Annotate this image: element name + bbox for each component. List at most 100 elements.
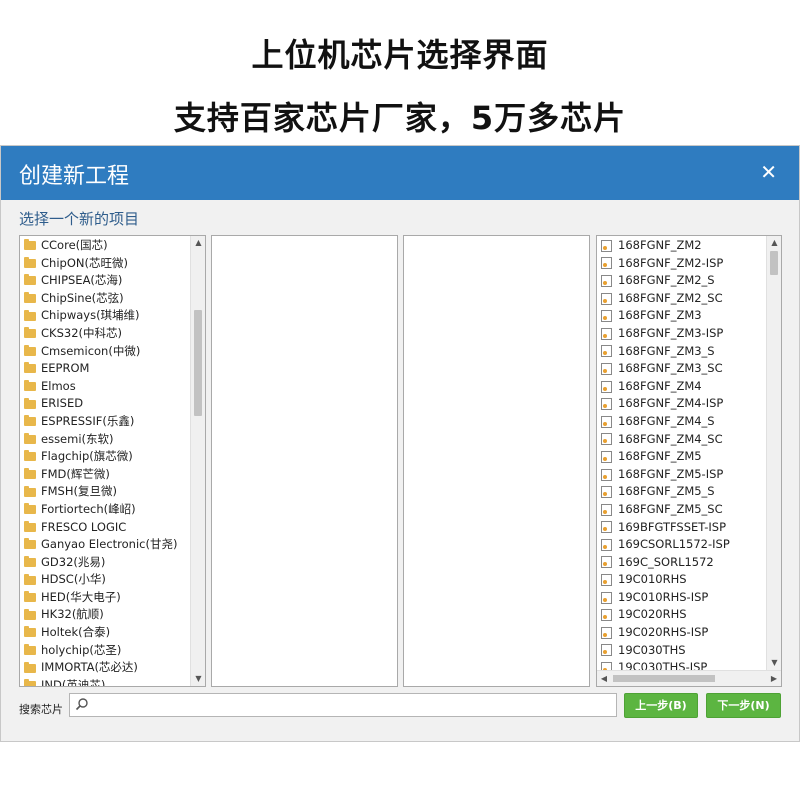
scroll-thumb[interactable] [194, 310, 202, 416]
list-item[interactable]: Chipways(琪埔维) [20, 307, 189, 325]
list-item-label: 168FGNF_ZM5_S [618, 484, 715, 499]
scroll-down-arrow-icon[interactable]: ▼ [191, 672, 205, 686]
list-item[interactable]: GD32(兆易) [20, 554, 189, 572]
list-item-label: 168FGNF_ZM4_SC [618, 431, 723, 446]
folder-icon [24, 555, 36, 567]
vendor-list-panel[interactable]: CCore(国芯) ChipON(芯旺微) CHIPSEA(芯海) ChipSine(… [19, 235, 206, 687]
list-item[interactable]: HED(华大电子) [20, 589, 189, 607]
list-item[interactable]: CCore(国芯) [20, 237, 189, 255]
list-item[interactable]: FMSH(复旦微) [20, 483, 189, 501]
list-item[interactable]: 168FGNF_ZM4-ISP [597, 395, 765, 413]
folder-icon [24, 327, 36, 339]
dialog-titlebar: 创建新工程 ✕ [1, 146, 799, 200]
folder-icon [24, 661, 36, 673]
list-item-label: 19C030THS [618, 642, 686, 657]
list-item[interactable]: 19C010RHS-ISP [597, 589, 765, 607]
list-item[interactable]: essemi(东软) [20, 431, 189, 449]
list-item[interactable]: 169C_SORL1572 [597, 554, 765, 572]
folder-icon [24, 380, 36, 392]
list-item[interactable]: HK32(航顺) [20, 606, 189, 624]
scroll-up-arrow-icon[interactable]: ▲ [767, 236, 781, 250]
list-item[interactable]: Cmsemicon(中微) [20, 343, 189, 361]
list-item[interactable]: IND(英迪芯) [20, 677, 189, 686]
list-item[interactable]: 168FGNF_ZM4_SC [597, 431, 765, 449]
close-icon[interactable]: ✕ [760, 160, 777, 184]
vendor-list-scrollbar[interactable]: ▲ ▼ [190, 236, 205, 686]
list-item[interactable]: CKS32(中科芯) [20, 325, 189, 343]
list-item[interactable]: 168FGNF_ZM2_SC [597, 290, 765, 308]
list-item[interactable]: 19C020RHS [597, 606, 765, 624]
list-item[interactable]: IMMORTA(芯必达) [20, 659, 189, 677]
chip-file-icon [601, 345, 612, 358]
subseries-list-panel[interactable] [403, 235, 590, 687]
list-item-label: 168FGNF_ZM5-ISP [618, 466, 724, 481]
list-item[interactable]: 168FGNF_ZM3_S [597, 343, 765, 361]
list-item[interactable]: 168FGNF_ZM4_S [597, 413, 765, 431]
chip-file-icon [601, 239, 612, 252]
search-icon [75, 698, 88, 711]
list-item[interactable]: EEPROM [20, 360, 189, 378]
scroll-left-arrow-icon[interactable]: ◀ [597, 671, 611, 686]
list-item-label: 168FGNF_ZM4_S [618, 413, 715, 428]
folder-icon [24, 626, 36, 638]
list-item[interactable]: Ganyao Electronic(甘尧) [20, 536, 189, 554]
prev-button[interactable]: 上一步(B) [624, 693, 698, 718]
chip-list-horizontal-scrollbar[interactable]: ◀ ▶ [597, 670, 781, 686]
list-item[interactable]: 169CSORL1572-ISP [597, 536, 765, 554]
list-item[interactable]: ChipON(芯旺微) [20, 255, 189, 273]
folder-icon [24, 292, 36, 304]
list-item[interactable]: holychip(芯圣) [20, 642, 189, 660]
list-item-label: 19C010RHS-ISP [618, 589, 709, 604]
list-item[interactable]: 168FGNF_ZM3_SC [597, 360, 765, 378]
list-item-label: Fortiortech(峰岹) [41, 501, 136, 516]
list-item[interactable]: 168FGNF_ZM2 [597, 237, 765, 255]
scroll-down-arrow-icon[interactable]: ▼ [767, 656, 781, 670]
search-input[interactable] [94, 696, 609, 714]
dialog-subtitle: 选择一个新的项目 [19, 210, 140, 228]
list-item[interactable]: 168FGNF_ZM5 [597, 448, 765, 466]
list-item[interactable]: 168FGNF_ZM5_SC [597, 501, 765, 519]
list-item[interactable]: Holtek(合泰) [20, 624, 189, 642]
chip-list-scrollbar[interactable]: ▲ ▼ [766, 236, 781, 670]
list-item[interactable]: Flagchip(旗芯微) [20, 448, 189, 466]
list-item[interactable]: Elmos [20, 378, 189, 396]
list-item[interactable]: 168FGNF_ZM3 [597, 307, 765, 325]
folder-icon [24, 450, 36, 462]
next-button[interactable]: 下一步(N) [706, 693, 781, 718]
list-item[interactable]: 168FGNF_ZM4 [597, 378, 765, 396]
scroll-thumb[interactable] [770, 251, 778, 275]
chip-list-panel[interactable]: 168FGNF_ZM2 168FGNF_ZM2-ISP 168FGNF_ZM2_S 1… [596, 235, 782, 687]
list-item[interactable]: 19C020RHS-ISP [597, 624, 765, 642]
scroll-up-arrow-icon[interactable]: ▲ [191, 236, 205, 250]
list-item[interactable]: Fortiortech(峰岹) [20, 501, 189, 519]
list-item[interactable]: 168FGNF_ZM5_S [597, 483, 765, 501]
list-item[interactable]: 19C030THS [597, 642, 765, 660]
list-item-label: Elmos [41, 378, 76, 393]
list-item[interactable]: 168FGNF_ZM3-ISP [597, 325, 765, 343]
search-field[interactable] [69, 693, 617, 717]
scroll-thumb[interactable] [613, 675, 715, 682]
dialog-title: 创建新工程 [19, 164, 130, 189]
list-item[interactable]: 169BFGTFSSET-ISP [597, 519, 765, 537]
series-list-panel[interactable] [211, 235, 398, 687]
list-item-label: FRESCO LOGIC [41, 519, 127, 534]
list-item[interactable]: 19C010RHS [597, 571, 765, 589]
chip-file-icon [601, 433, 612, 446]
list-item-label: Ganyao Electronic(甘尧) [41, 537, 178, 552]
list-item[interactable]: ERISED [20, 395, 189, 413]
list-item-label: 168FGNF_ZM3_S [618, 343, 715, 358]
list-item[interactable]: FMD(辉芒微) [20, 466, 189, 484]
list-item[interactable]: ESPRESSIF(乐鑫) [20, 413, 189, 431]
list-item[interactable]: CHIPSEA(芯海) [20, 272, 189, 290]
list-item[interactable]: 168FGNF_ZM5-ISP [597, 466, 765, 484]
list-item[interactable]: FRESCO LOGIC [20, 519, 189, 537]
list-item[interactable]: 168FGNF_ZM2-ISP [597, 255, 765, 273]
list-item[interactable]: ChipSine(芯弦) [20, 290, 189, 308]
list-item-label: CCore(国芯) [41, 238, 108, 252]
list-item-label: 168FGNF_ZM3-ISP [618, 325, 724, 340]
list-item-label: EEPROM [41, 361, 90, 376]
list-item-label: 168FGNF_ZM2_S [618, 273, 715, 288]
list-item[interactable]: 168FGNF_ZM2_S [597, 272, 765, 290]
list-item[interactable]: HDSC(小华) [20, 571, 189, 589]
scroll-right-arrow-icon[interactable]: ▶ [767, 671, 781, 686]
